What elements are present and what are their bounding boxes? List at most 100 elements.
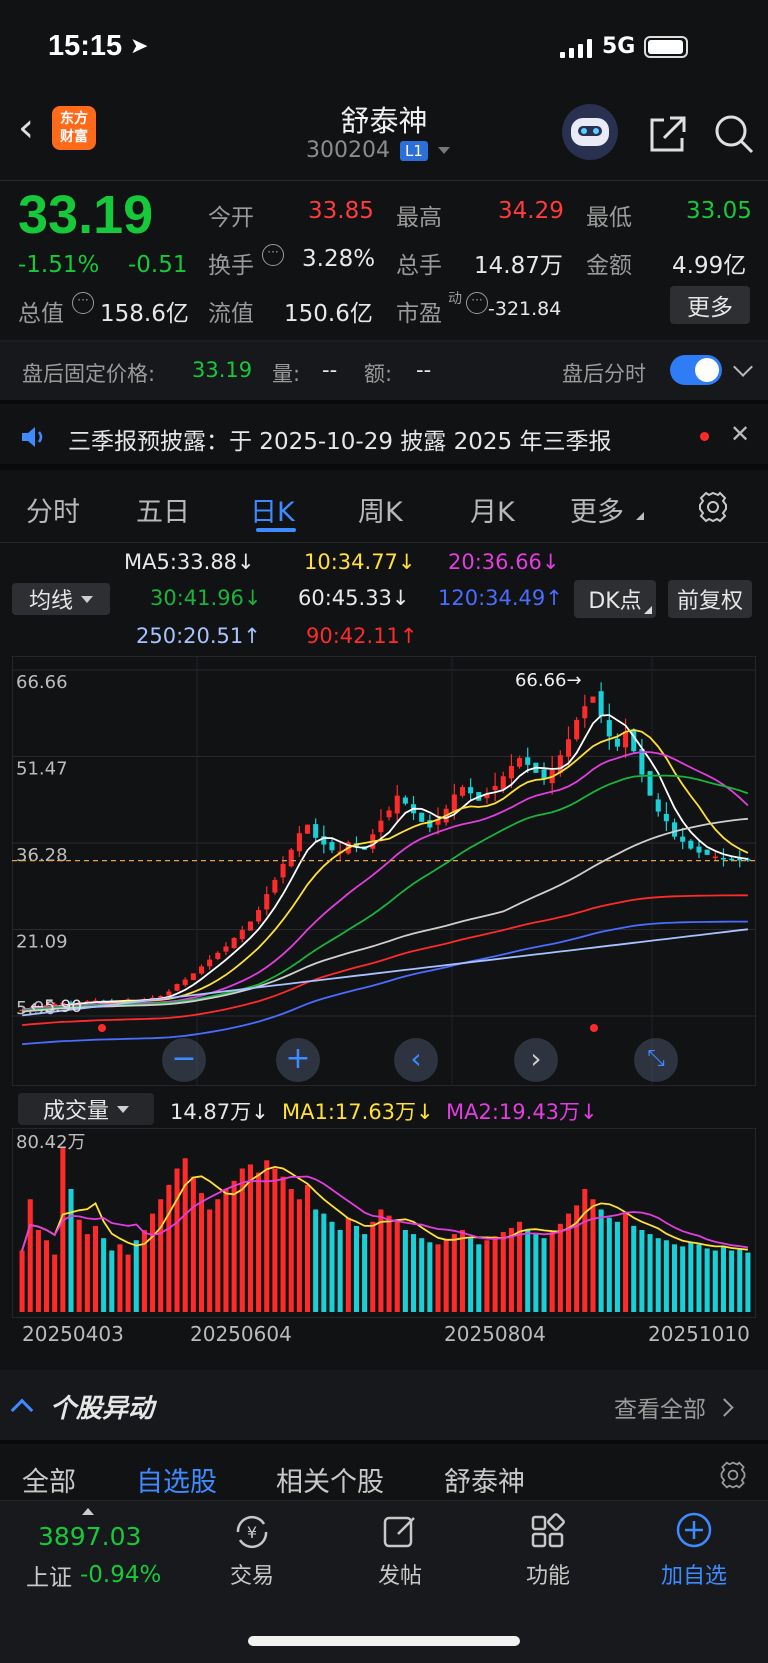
active-tab-indicator xyxy=(256,528,296,532)
zoom-in-button[interactable]: + xyxy=(276,1038,320,1082)
fullscreen-button[interactable]: ⤡ xyxy=(634,1038,678,1082)
tab-stock[interactable]: 舒泰神 xyxy=(444,1460,525,1499)
network-type: 5G xyxy=(602,34,636,59)
volume-bar xyxy=(321,1213,327,1312)
volume-chart[interactable]: 80.42万 xyxy=(12,1128,756,1318)
low-value: 33.05 xyxy=(686,198,752,224)
zoom-out-button[interactable]: − xyxy=(162,1038,206,1082)
notice-text[interactable]: 三季报预披露：于 2025-10-29 披露 2025 年三季报 xyxy=(68,422,611,456)
candle xyxy=(582,706,588,719)
after-hours-toggle[interactable] xyxy=(670,355,722,385)
tab-related[interactable]: 相关个股 xyxy=(276,1460,384,1499)
amount-value: 4.99亿 xyxy=(672,253,747,279)
tab-monthly-k[interactable]: 月K xyxy=(470,490,515,529)
close-icon[interactable]: ✕ xyxy=(730,420,750,448)
x-tick-label: 20250403 xyxy=(22,1322,124,1346)
trade-icon[interactable]: ¥ xyxy=(232,1512,272,1552)
stock-code: 300204 xyxy=(306,138,390,163)
adjust-button[interactable]: 前复权 xyxy=(668,580,752,618)
tab-watchlist[interactable]: 自选股 xyxy=(136,1460,217,1499)
gear-icon[interactable] xyxy=(718,1460,748,1490)
ma120-line xyxy=(22,920,748,1046)
volume-bar xyxy=(476,1244,482,1312)
volume-bar xyxy=(329,1221,335,1312)
candle xyxy=(525,757,531,765)
candle xyxy=(459,787,466,796)
volume-bar xyxy=(76,1219,82,1312)
view-all-label: 查看全部 xyxy=(614,1397,706,1423)
ma30-line xyxy=(22,774,749,1012)
robot-assistant-icon[interactable] xyxy=(562,104,618,160)
status-time: 15:15 xyxy=(48,30,123,62)
volume-bar xyxy=(174,1168,180,1312)
after-hours-amt-label: 额: xyxy=(364,362,393,386)
candle xyxy=(288,849,294,867)
tab-intraday[interactable]: 分时 xyxy=(26,490,80,529)
ma-select[interactable]: 均线 xyxy=(12,583,110,615)
volume-bar xyxy=(557,1223,563,1312)
tab-weekly-k[interactable]: 周K xyxy=(358,490,403,529)
index-value[interactable]: 3897.03 xyxy=(38,1522,141,1551)
candle xyxy=(182,979,188,985)
tab-all[interactable]: 全部 xyxy=(22,1460,76,1499)
more-button[interactable]: 更多 xyxy=(670,286,750,324)
after-hours-label: 盘后固定价格: xyxy=(22,362,156,386)
bottom-tab-post[interactable]: 发帖 xyxy=(345,1558,455,1590)
high-marker: 66.66→ xyxy=(515,670,582,691)
candle xyxy=(688,840,694,849)
info-icon[interactable]: ··· xyxy=(72,292,94,314)
ma20-value: 20:36.66↓ xyxy=(448,550,560,574)
chart-border xyxy=(12,656,756,1086)
bottom-tab-add-watchlist[interactable]: 加自选 xyxy=(639,1558,749,1590)
volume-bar xyxy=(525,1230,531,1312)
y-tick-label: 21.09 xyxy=(16,932,68,953)
share-icon[interactable] xyxy=(646,114,688,156)
volume-bar xyxy=(484,1240,490,1312)
chart-control-bar: − + ‹ › ⤡ xyxy=(12,1036,756,1084)
volume-bar xyxy=(27,1199,33,1312)
gear-icon[interactable] xyxy=(696,490,730,524)
info-icon[interactable]: ··· xyxy=(466,292,488,314)
candle xyxy=(468,787,474,794)
volume-max-label: 80.42万 xyxy=(16,1132,86,1153)
volume-bar xyxy=(280,1176,286,1312)
volume-bar xyxy=(198,1193,205,1312)
volume-bar xyxy=(353,1225,359,1312)
scroll-left-button[interactable]: ‹ xyxy=(394,1038,438,1082)
candle xyxy=(680,836,686,842)
indicator-select[interactable]: 成交量 xyxy=(18,1093,154,1125)
volume-bar xyxy=(671,1244,678,1312)
ma5-value: MA5:33.88↓ xyxy=(124,550,255,574)
view-all-link[interactable]: 查看全部 xyxy=(614,1390,734,1424)
apps-icon[interactable] xyxy=(528,1512,568,1552)
tab-more[interactable]: 更多 xyxy=(570,490,624,529)
volume-bar xyxy=(231,1180,237,1312)
ma250-value: 250:20.51↑ xyxy=(136,624,261,648)
candle xyxy=(517,758,523,767)
scroll-right-button[interactable]: › xyxy=(514,1038,558,1082)
index-info[interactable]: 上证 -0.94% xyxy=(26,1558,161,1592)
volume-bar xyxy=(288,1189,294,1312)
candle xyxy=(239,930,245,940)
ma30-value: 30:41.96↓ xyxy=(150,586,262,610)
x-tick-label: 20250804 xyxy=(444,1322,546,1346)
search-icon[interactable] xyxy=(712,112,756,156)
stock-code-row[interactable]: 300204 L1 xyxy=(306,138,450,163)
after-hours-amt: -- xyxy=(416,358,432,382)
float-value: 150.6亿 xyxy=(284,301,373,327)
volume-bar xyxy=(663,1240,669,1312)
add-circle-icon[interactable] xyxy=(674,1510,714,1550)
tab-daily-k[interactable]: 日K xyxy=(250,490,295,529)
candlestick-chart[interactable]: 66.6651.4736.2821.095.9066.66→←5.90 xyxy=(12,656,756,1086)
volume-bar xyxy=(402,1230,408,1312)
volume-bar xyxy=(688,1242,694,1312)
volume-bar xyxy=(443,1240,449,1312)
bottom-tab-functions[interactable]: 功能 xyxy=(493,1558,603,1590)
info-icon[interactable]: ··· xyxy=(262,244,284,266)
volume-bar xyxy=(508,1227,514,1312)
pe-superscript: 动 xyxy=(448,291,462,307)
volume-label: 总手 xyxy=(396,253,442,279)
bottom-tab-trade[interactable]: 交易 xyxy=(197,1558,307,1590)
tab-five-day[interactable]: 五日 xyxy=(136,490,190,529)
post-icon[interactable] xyxy=(380,1512,420,1552)
